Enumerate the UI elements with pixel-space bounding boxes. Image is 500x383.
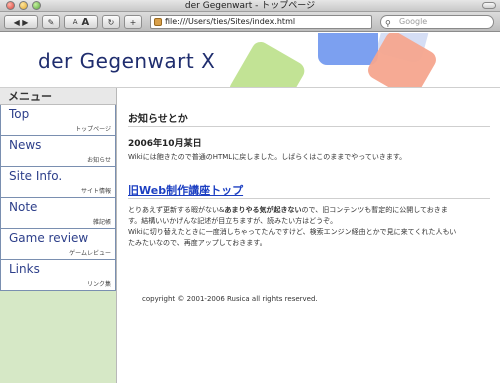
page-viewport: der Gegenwart X メニュー Top トップページ News お知ら… <box>0 33 500 383</box>
sidebar-item-label: Links <box>9 262 40 276</box>
sidebar-item-label: News <box>9 138 42 152</box>
news-text: Wikiには飽きたので普通のHTMLに戻しました。しばらくはこのままでやっていき… <box>128 153 407 161</box>
old-web-course-link[interactable]: 旧Web制作講座トップ <box>128 182 243 198</box>
main-content: お知らせとか 2006年10月某日 Wikiには飽きたので普通のHTMLに戻しま… <box>128 88 492 383</box>
sidebar-item-sublabel: 雑記帳 <box>92 219 111 226</box>
reload-button[interactable]: ↻ <box>102 15 120 29</box>
desc-line1-start: とりあえず更新する暇がない& <box>128 206 225 214</box>
sidebar-item-note[interactable]: Note 雑記帳 <box>0 198 116 229</box>
text-size-button[interactable]: A A <box>64 15 98 29</box>
sidebar-item-label: Site Info. <box>9 169 63 183</box>
desc-line1-emphasis: あまりやる気が起きない <box>224 206 302 214</box>
sidebar-item-label: Top <box>9 107 30 121</box>
back-forward-button[interactable]: ◀ ▶ <box>4 15 38 29</box>
sidebar-item-site-info[interactable]: Site Info. サイト情報 <box>0 167 116 198</box>
sidebar-item-top[interactable]: Top トップページ <box>0 105 116 136</box>
menu-heading: メニュー <box>0 88 116 105</box>
sidebar-item-label: Game review <box>9 231 89 245</box>
desc-line1-end: ので、旧コンテンツも暫定的に公開しておきま <box>301 206 448 214</box>
sidebar-item-game-review[interactable]: Game review ゲームレビュー <box>0 229 116 260</box>
text-larger-label: A <box>81 16 90 28</box>
page-icon <box>154 18 162 26</box>
desc-line3: Wikiに切り替えたときに一度消しちゃってたんですけど、検索エンジン経由とかで見… <box>128 228 457 236</box>
news-date: 2006年10月某日 <box>128 139 202 149</box>
search-icon: ⚲ <box>385 19 391 28</box>
sidebar-item-sublabel: トップページ <box>75 126 111 133</box>
sidebar-item-sublabel: サイト情報 <box>80 188 111 195</box>
sidebar-item-sublabel: お知らせ <box>87 157 111 164</box>
decorative-blue-shape <box>318 33 378 65</box>
edit-icon[interactable]: ✎ <box>42 15 60 29</box>
sidebar-item-sublabel: ゲームレビュー <box>69 250 111 257</box>
decorative-green-shape <box>226 38 308 87</box>
old-content-description: とりあえず更新する暇がない&あまりやる気が起きないので、旧コンテンツも暫定的に公… <box>128 205 490 249</box>
window-title: der Gegenwart - トップページ <box>184 1 316 11</box>
sidebar-item-label: Note <box>9 200 38 214</box>
site-title: der Gegenwart X <box>38 49 216 73</box>
search-field[interactable]: ⚲ Google <box>380 15 494 29</box>
page-heading: お知らせとか <box>128 114 188 125</box>
add-bookmark-button[interactable]: + <box>124 15 142 29</box>
sidebar-item-links[interactable]: Links リンク集 <box>0 260 116 291</box>
text-smaller-label: A <box>72 18 78 26</box>
toolbar-toggle-button[interactable] <box>482 2 496 9</box>
sidebar-item-sublabel: リンク集 <box>86 281 111 288</box>
browser-toolbar: ◀ ▶ ✎ A A ↻ + file:///Users/ties/Sites/i… <box>0 12 500 32</box>
heading-divider <box>128 126 490 127</box>
window-titlebar: der Gegenwart - トップページ <box>0 0 500 12</box>
address-bar[interactable]: file:///Users/ties/Sites/index.html <box>150 15 372 29</box>
search-placeholder: Google <box>399 17 428 26</box>
desc-line2: す。結構いいかげんな記述が目立ちますが、読みたい方はどうぞ。 <box>128 217 338 225</box>
sidebar-item-news[interactable]: News お知らせ <box>0 136 116 167</box>
copyright-text: copyright © 2001-2006 Rusica all rights … <box>142 295 318 303</box>
desc-line4: たみたいなので、再度アップしておきます。 <box>128 239 267 247</box>
address-text: file:///Users/ties/Sites/index.html <box>165 17 296 26</box>
link-divider <box>128 198 490 199</box>
sidebar-menu: メニュー Top トップページ News お知らせ Site Info. サイト… <box>0 88 117 383</box>
site-header: der Gegenwart X <box>0 33 500 88</box>
